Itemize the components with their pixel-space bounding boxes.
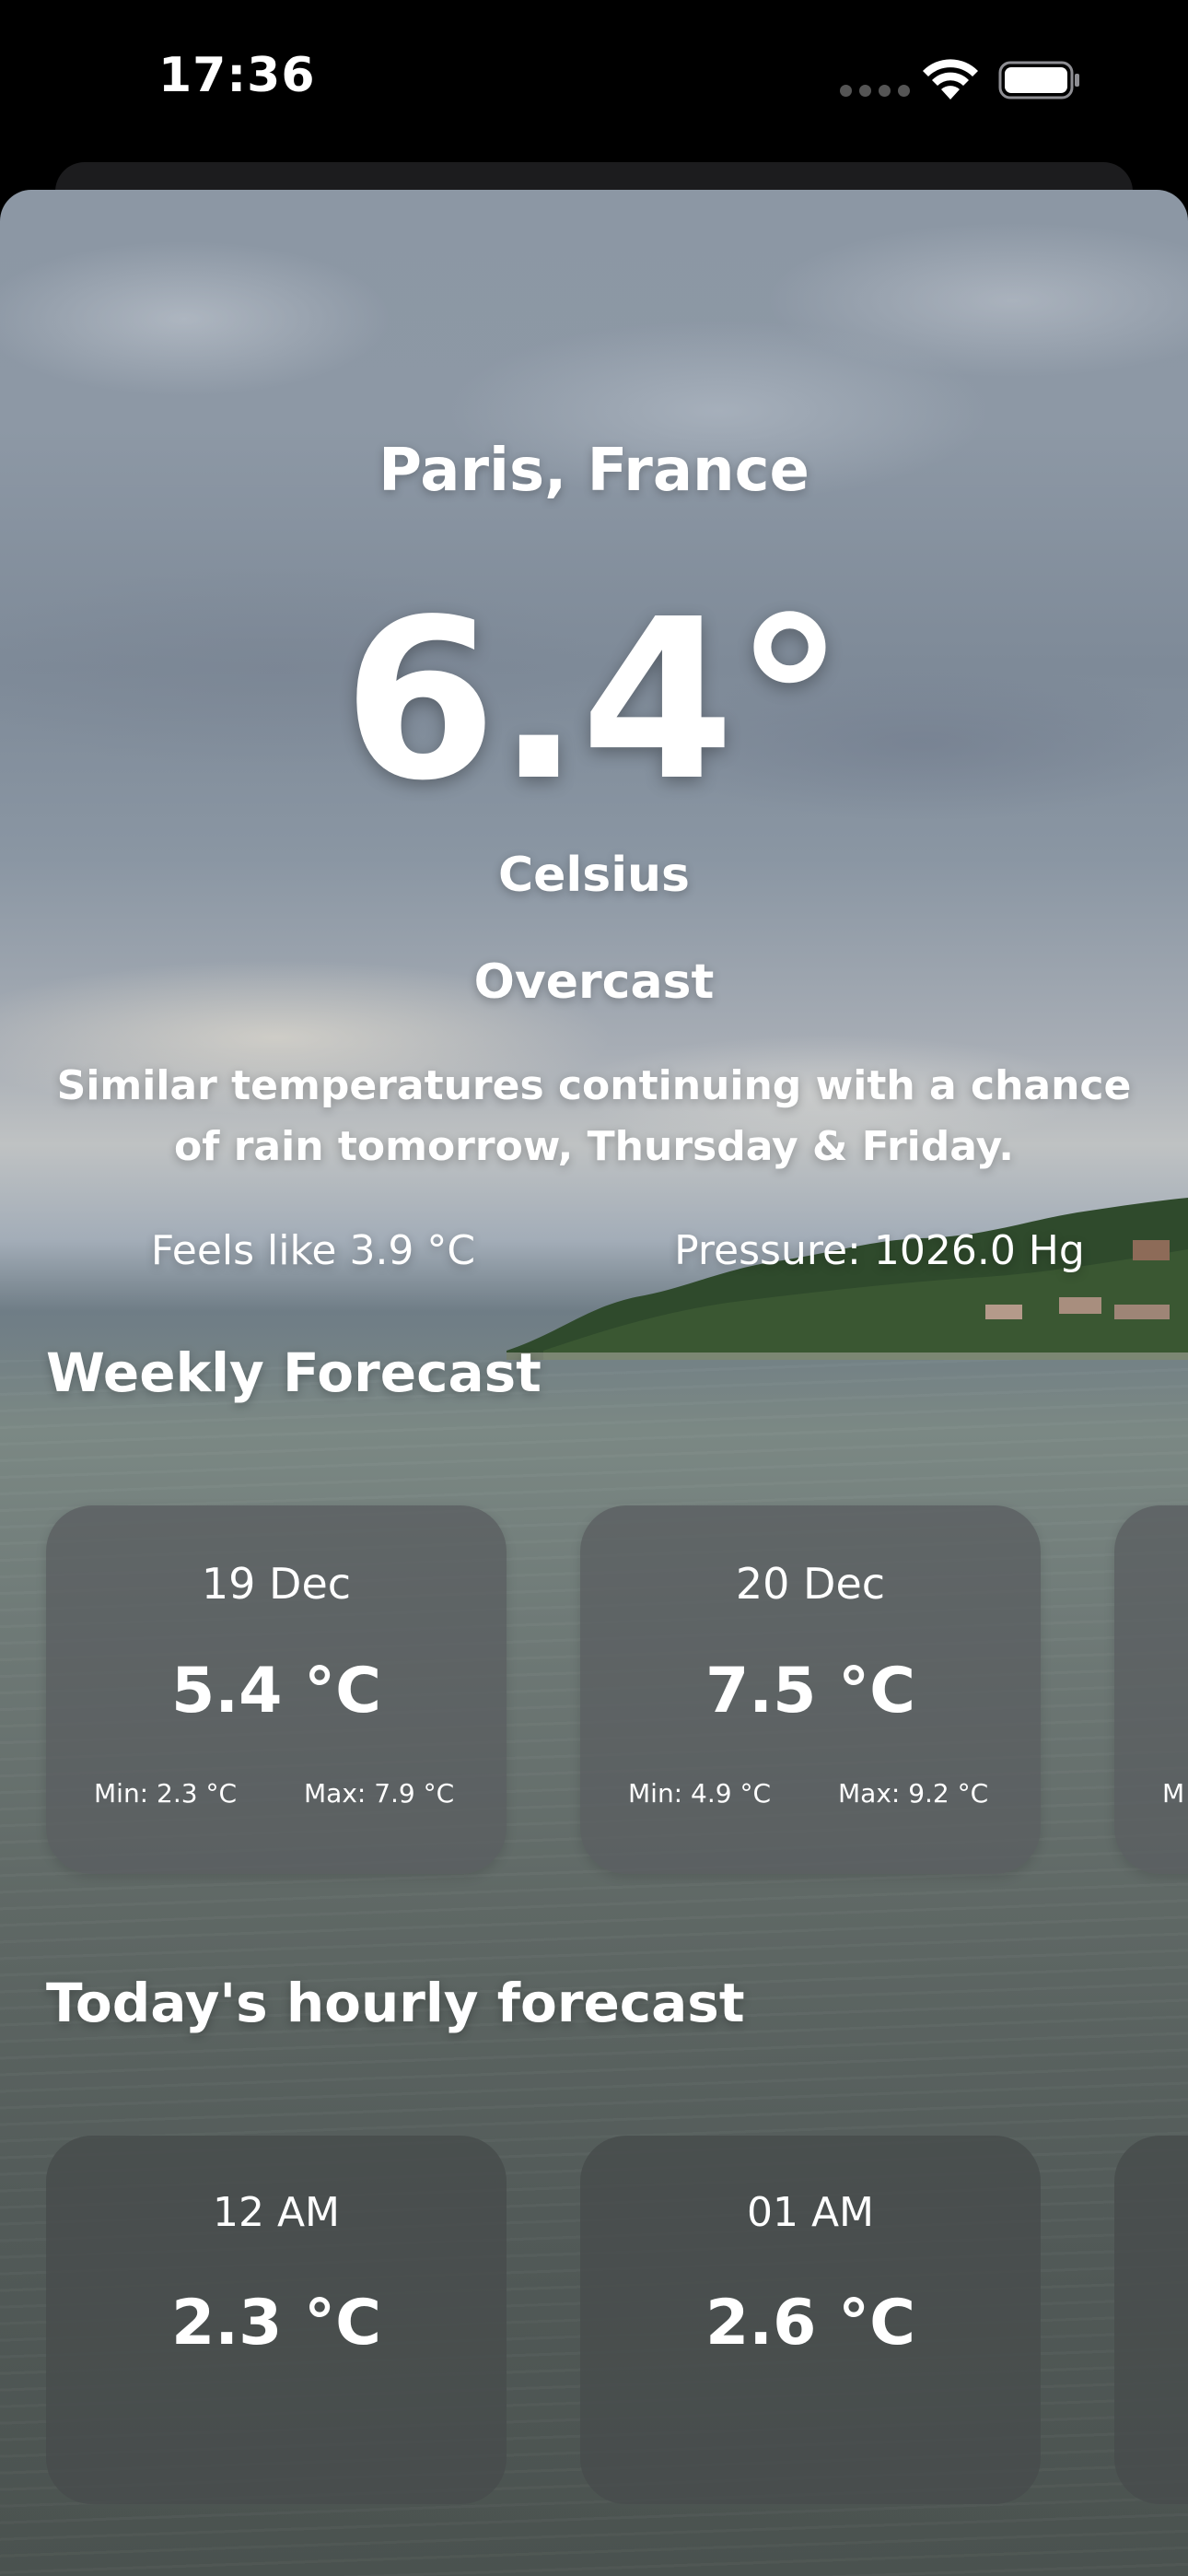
cellular-signal-icon <box>840 85 910 97</box>
forecast-min: Min: 2.3 °C <box>94 1778 237 1809</box>
temperature-unit: Celsius <box>498 848 690 903</box>
weekly-forecast-card[interactable]: 19 Dec 5.4 °C Min: 2.3 °C Max: 7.9 °C <box>46 1505 507 1874</box>
hourly-forecast-card[interactable]: 12 AM 2.3 °C <box>46 2136 507 2504</box>
weekly-forecast-title: Weekly Forecast <box>46 1341 542 1404</box>
hourly-forecast-card[interactable] <box>1114 2136 1188 2504</box>
location-title: Paris, France <box>379 437 809 505</box>
hourly-forecast-title: Today's hourly forecast <box>46 1972 745 2034</box>
weekly-forecast-card[interactable]: M <box>1114 1505 1188 1874</box>
forecast-temperature: 5.4 °C <box>170 1655 382 1727</box>
forecast-min: M <box>1162 1778 1185 1809</box>
forecast-temperature: 7.5 °C <box>705 1655 916 1727</box>
weekly-forecast-card[interactable]: 20 Dec 7.5 °C Min: 4.9 °C Max: 9.2 °C <box>580 1505 1041 1874</box>
status-time: 17:36 <box>158 48 316 103</box>
weather-description: Similar temperatures continuing with a c… <box>56 1062 1132 1170</box>
feels-like: Feels like 3.9 °C <box>150 1227 476 1274</box>
forecast-max: Max: 7.9 °C <box>304 1778 455 1809</box>
pressure: Pressure: 1026.0 Hg <box>674 1227 1085 1274</box>
hourly-temperature: 2.6 °C <box>705 2287 916 2359</box>
forecast-hour: 01 AM <box>746 2189 875 2236</box>
forecast-max: Max: 9.2 °C <box>838 1778 989 1809</box>
forecast-min: Min: 4.9 °C <box>628 1778 771 1809</box>
forecast-date: 19 Dec <box>201 1559 352 1609</box>
hourly-forecast-card[interactable]: 01 AM 2.6 °C <box>580 2136 1041 2504</box>
hourly-temperature: 2.3 °C <box>170 2287 382 2359</box>
battery-icon <box>998 61 1079 100</box>
wifi-icon <box>923 59 978 100</box>
weather-condition: Overcast <box>473 954 715 1010</box>
status-bar: 17:36 <box>0 0 1188 162</box>
app-screen: 17:36 Paris, France 6.4° Celsius Overcas… <box>0 0 1188 2576</box>
current-temperature: 6.4° <box>343 571 845 829</box>
forecast-hour: 12 AM <box>212 2189 341 2236</box>
forecast-date: 20 Dec <box>735 1559 886 1609</box>
island-background <box>507 1198 1188 1360</box>
